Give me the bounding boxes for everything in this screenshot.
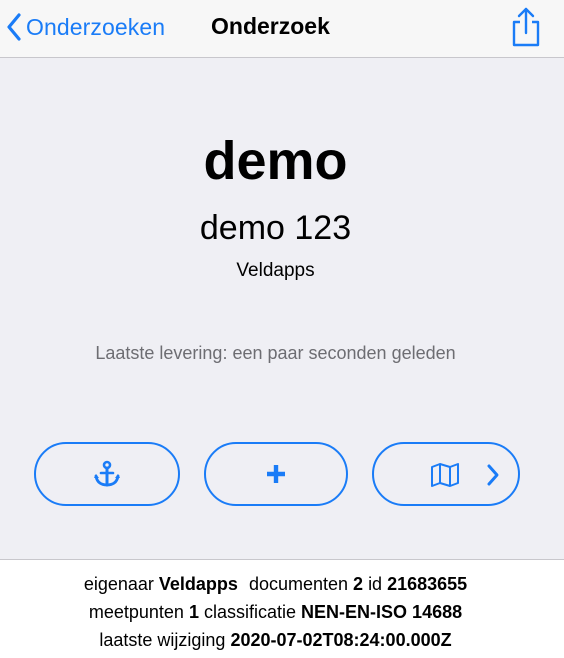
last-modified-label: laatste wijziging: [99, 630, 226, 650]
owner-label: eigenaar: [83, 574, 154, 594]
project-code: demo 123: [199, 209, 352, 247]
add-button[interactable]: [204, 442, 348, 506]
anchor-button[interactable]: [34, 442, 180, 506]
back-button-label: Onderzoeken: [26, 13, 166, 40]
map-button[interactable]: [372, 442, 520, 506]
back-button[interactable]: Onderzoeken: [6, 10, 165, 44]
info-line-3: laatste wijziging 2020-07-02T08:24:00.00…: [0, 626, 551, 654]
share-icon: [508, 7, 544, 52]
classification-value: NEN-EN-ISO 14688: [301, 602, 463, 622]
info-line-2: meetpunten 1 classificatie NEN-EN-ISO 14…: [0, 598, 551, 626]
project-info: eigenaar Veldapps documenten 2 id 216836…: [0, 570, 551, 654]
info-line-1: eigenaar Veldapps documenten 2 id 216836…: [0, 570, 551, 598]
project-owner: Veldapps: [236, 260, 315, 281]
classification-label: classificatie: [204, 602, 297, 622]
last-modified-value: 2020-07-02T08:24:00.000Z: [230, 630, 452, 650]
id-value: 21683655: [387, 574, 468, 594]
measurepoints-label: meetpunten: [88, 602, 184, 622]
project-name: demo: [203, 131, 348, 191]
project-panel: demo demo 123 Veldapps Laatste levering:…: [0, 58, 564, 560]
chevron-left-icon: [6, 13, 22, 41]
owner-value: Veldapps: [158, 574, 238, 594]
measurepoints-value: 1: [188, 602, 199, 622]
page-title: Onderzoek: [211, 13, 330, 39]
id-label: id: [368, 574, 383, 594]
last-delivery-status: Laatste levering: een paar seconden gele…: [95, 343, 456, 363]
share-button[interactable]: [508, 6, 544, 48]
navigation-bar: Onderzoeken Onderzoek: [0, 0, 564, 58]
documents-label: documenten: [248, 574, 349, 594]
documents-value: 2: [353, 574, 364, 594]
